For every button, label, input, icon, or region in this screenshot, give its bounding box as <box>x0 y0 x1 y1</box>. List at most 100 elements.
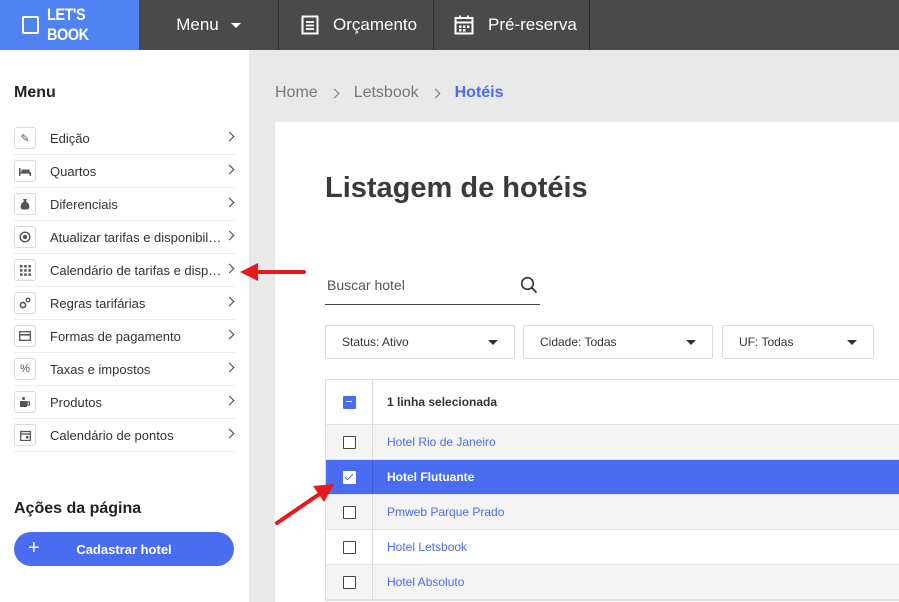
hotel-name-link[interactable]: Hotel Rio de Janeiro <box>373 435 496 449</box>
sidebar-item-formas-pagamento[interactable]: Formas de pagamento <box>14 320 235 353</box>
sidebar-item-calendario-tarifas[interactable]: Calendário de tarifas e disponibilidade <box>14 254 235 287</box>
sidebar-item-label: Atualizar tarifas e disponibilidade <box>50 229 222 245</box>
uf-filter-value: UF: Todas <box>739 335 794 349</box>
row-checkbox[interactable] <box>342 470 356 484</box>
chevron-right-icon <box>224 164 235 175</box>
sidebar-item-quartos[interactable]: Quartos <box>14 155 235 188</box>
row-check-cell <box>326 530 373 564</box>
status-filter-value: Status: Ativo <box>342 335 409 349</box>
chevron-right-icon <box>224 263 235 274</box>
caret-down-icon <box>488 340 498 345</box>
cidade-filter-value: Cidade: Todas <box>540 335 617 349</box>
hotel-name-link[interactable]: Hotel Letsbook <box>373 540 467 554</box>
sidebar-item-diferenciais[interactable]: Diferenciais <box>14 188 235 221</box>
add-hotel-button[interactable]: + Cadastrar hotel <box>14 532 234 566</box>
status-filter[interactable]: Status: Ativo <box>325 325 515 359</box>
sidebar: Menu ✎ Edição Quartos Diferenciais Atual… <box>0 50 249 602</box>
add-hotel-label: Cadastrar hotel <box>76 541 172 557</box>
table-row[interactable]: Hotel Letsbook <box>326 530 899 565</box>
sidebar-item-label: Regras tarifárias <box>50 295 146 311</box>
gears-icon <box>14 292 36 314</box>
orcamento-label: Orçamento <box>333 15 418 34</box>
breadcrumb-letsbook[interactable]: Letsbook <box>354 84 419 102</box>
table-row[interactable]: Hotel Absoluto <box>326 565 899 600</box>
cidade-filter[interactable]: Cidade: Todas <box>523 325 713 359</box>
calendar-grid-icon <box>14 259 36 281</box>
uf-filter[interactable]: UF: Todas <box>722 325 874 359</box>
hotel-name-link[interactable]: Hotel Flutuante <box>373 470 474 484</box>
logo[interactable]: LET'S BOOK <box>0 0 139 50</box>
row-checkbox[interactable] <box>342 435 356 449</box>
row-checkbox[interactable] <box>342 505 356 519</box>
selection-count: 1 linha selecionada <box>387 395 498 409</box>
chevron-right-icon <box>224 296 235 307</box>
caret-down-icon <box>686 340 696 345</box>
row-checkbox[interactable] <box>342 575 356 589</box>
percent-icon: % <box>14 358 36 380</box>
refresh-money-icon <box>14 226 36 248</box>
pre-reserva-button[interactable]: Pré-reserva <box>434 0 590 50</box>
bed-icon <box>14 160 36 182</box>
menu-dropdown[interactable]: Menu <box>139 0 279 50</box>
sidebar-item-atualizar-tarifas[interactable]: Atualizar tarifas e disponibilidade <box>14 221 235 254</box>
main-panel: Listagem de hotéis Status: Ativo Cidade:… <box>275 122 899 602</box>
table-row[interactable]: Pmweb Parque Prado <box>326 495 899 530</box>
chevron-right-icon <box>224 230 235 241</box>
sidebar-item-label: Taxas e impostos <box>50 361 151 377</box>
table-row[interactable]: Hotel Rio de Janeiro <box>326 425 899 460</box>
breadcrumb-home[interactable]: Home <box>275 84 318 102</box>
logo-icon <box>22 16 40 34</box>
breadcrumb-current: Hotéis <box>454 84 504 101</box>
annotation-arrow-up-right-icon <box>275 484 334 525</box>
logo-text: LET'S BOOK <box>47 5 89 44</box>
sidebar-item-edicao[interactable]: ✎ Edição <box>14 122 235 155</box>
sidebar-item-taxas-impostos[interactable]: % Taxas e impostos <box>14 353 235 386</box>
caret-down-icon <box>847 340 857 345</box>
pre-reserva-label: Pré-reserva <box>488 15 577 34</box>
products-icon <box>14 391 36 413</box>
chevron-right-icon <box>224 131 235 142</box>
document-icon <box>301 15 319 35</box>
select-all-checkbox[interactable] <box>342 395 356 409</box>
caret-down-icon <box>230 22 241 28</box>
payment-icon <box>14 325 36 347</box>
chevron-right-icon <box>224 362 235 373</box>
top-navbar: LET'S BOOK Menu Orçamento Pré-reserva <box>0 0 899 50</box>
menu-label: Menu <box>176 15 219 34</box>
hotel-name-link[interactable]: Hotel Absoluto <box>373 575 464 589</box>
row-check-cell <box>326 565 373 599</box>
search-icon[interactable] <box>520 276 538 299</box>
chevron-right-icon <box>329 88 340 98</box>
sidebar-item-label: Produtos <box>50 394 103 410</box>
hotels-table: 1 linha selecionada Hotel Rio de Janeiro… <box>325 379 899 601</box>
sidebar-item-label: Calendário de tarifas e disponibilidade <box>50 262 222 278</box>
chevron-right-icon <box>224 197 235 208</box>
page-title: Listagem de hotéis <box>325 172 588 204</box>
row-check-cell <box>326 425 373 459</box>
chevron-right-icon <box>224 428 235 439</box>
sidebar-item-label: Calendário de pontos <box>50 427 174 443</box>
annotation-arrow-left-icon <box>240 263 306 281</box>
sidebar-item-label: Quartos <box>50 163 97 179</box>
calendar-icon <box>454 15 474 35</box>
sidebar-item-label: Edição <box>50 130 90 146</box>
search-bar <box>325 270 540 305</box>
sidebar-item-produtos[interactable]: Produtos <box>14 386 235 419</box>
search-input[interactable] <box>325 270 505 300</box>
plus-icon: + <box>28 537 40 559</box>
chevron-right-icon <box>224 329 235 340</box>
sidebar-menu: ✎ Edição Quartos Diferenciais Atualizar … <box>14 122 235 452</box>
hotel-name-link[interactable]: Pmweb Parque Prado <box>373 505 504 519</box>
sidebar-item-calendario-pontos[interactable]: Calendário de pontos <box>14 419 235 452</box>
page-actions-title: Ações da página <box>14 500 142 517</box>
pencil-icon: ✎ <box>14 127 36 149</box>
table-header: 1 linha selecionada <box>326 380 899 425</box>
row-checkbox[interactable] <box>342 540 356 554</box>
sidebar-item-regras-tarifarias[interactable]: Regras tarifárias <box>14 287 235 320</box>
table-row[interactable]: Hotel Flutuante <box>326 460 899 495</box>
select-all-cell <box>326 380 373 424</box>
sidebar-item-label: Diferenciais <box>50 196 118 212</box>
orcamento-button[interactable]: Orçamento <box>279 0 434 50</box>
sidebar-title: Menu <box>14 84 56 101</box>
breadcrumb: Home Letsbook Hotéis <box>275 84 504 102</box>
